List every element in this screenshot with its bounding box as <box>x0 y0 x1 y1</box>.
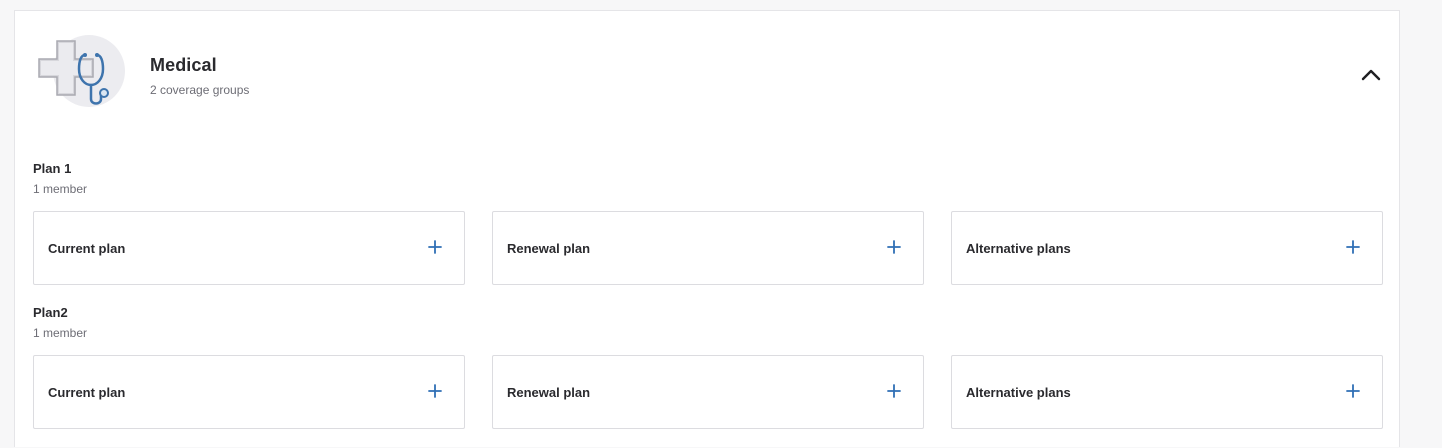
chevron-up-icon[interactable] <box>1359 63 1383 87</box>
alternative-plans-button[interactable]: Alternative plans <box>951 355 1383 429</box>
medical-coverage-card: Medical 2 coverage groups Plan 1 1 membe… <box>14 10 1400 447</box>
plus-icon[interactable] <box>428 240 442 254</box>
renewal-plan-button[interactable]: Renewal plan <box>492 211 924 285</box>
group-member-count: 1 member <box>33 182 88 196</box>
current-plan-button[interactable]: Current plan <box>33 211 465 285</box>
plus-icon[interactable] <box>887 384 901 398</box>
plus-icon[interactable] <box>1346 240 1360 254</box>
plan-label: Renewal plan <box>507 241 591 256</box>
section-title: Medical <box>150 55 217 75</box>
group-name: Plan2 <box>33 305 68 320</box>
section-header[interactable]: Medical 2 coverage groups <box>15 11 1399 131</box>
current-plan-button[interactable]: Current plan <box>33 355 465 429</box>
section-subtitle: 2 coverage groups <box>150 83 250 97</box>
plus-icon[interactable] <box>887 240 901 254</box>
renewal-plan-button[interactable]: Renewal plan <box>492 355 924 429</box>
medical-cross-stethoscope-icon <box>38 35 125 107</box>
plan-label: Alternative plans <box>966 385 1071 400</box>
group-member-count: 1 member <box>33 326 88 340</box>
plan-label: Alternative plans <box>966 241 1071 256</box>
plan-label: Renewal plan <box>507 385 591 400</box>
plus-icon[interactable] <box>428 384 442 398</box>
plan-label: Current plan <box>48 241 126 256</box>
plan-label: Current plan <box>48 385 126 400</box>
alternative-plans-button[interactable]: Alternative plans <box>951 211 1383 285</box>
plus-icon[interactable] <box>1346 384 1360 398</box>
group-name: Plan 1 <box>33 161 72 176</box>
